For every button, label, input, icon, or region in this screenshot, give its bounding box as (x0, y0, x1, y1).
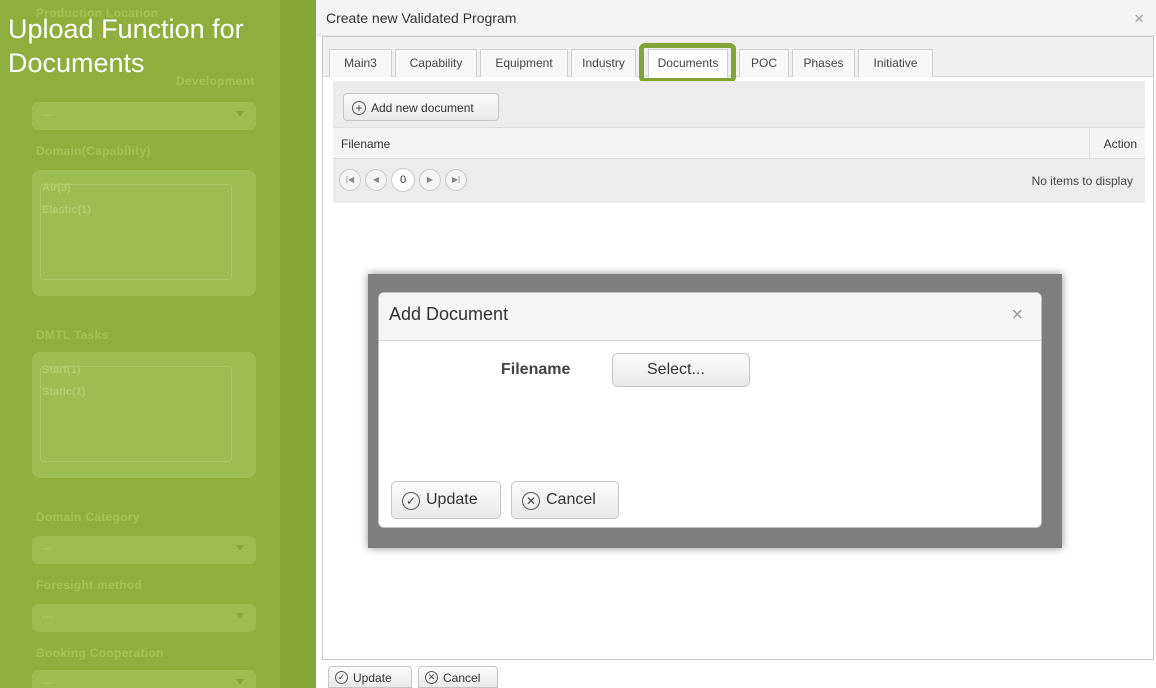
tab-main3[interactable]: Main3 (329, 49, 392, 77)
chevron-down-icon (236, 111, 244, 117)
tab-phases[interactable]: Phases (792, 49, 855, 77)
column-filename[interactable]: Filename (341, 137, 390, 151)
cancel-circle-icon: ✕ (425, 671, 438, 684)
annotation-strip (280, 0, 316, 688)
grid-header: Filename Action (333, 127, 1145, 159)
chevron-down-icon (236, 545, 244, 551)
page-number[interactable]: 0 (391, 168, 415, 192)
grid-pager: |◀ ◀ 0 ▶ ▶| No items to display (333, 159, 1145, 203)
button-label: Cancel (443, 671, 481, 685)
ghost-label: Foresight method (36, 578, 143, 592)
tab-capability[interactable]: Capability (395, 49, 477, 77)
window-title: Create new Validated Program (326, 10, 517, 26)
grid-toolbar: + Add new document (333, 81, 1145, 127)
chevron-down-icon (236, 613, 244, 619)
tab-industry[interactable]: Industry (571, 49, 636, 77)
ghost-select: --- (32, 604, 256, 632)
dialog-header: Add Document × (379, 293, 1041, 341)
check-circle-icon: ✓ (335, 671, 348, 684)
add-document-dialog: Add Document × Filename Select... ✓ Upda… (378, 292, 1042, 528)
cancel-button[interactable]: ✕ Cancel (511, 481, 619, 519)
button-label: Cancel (546, 491, 596, 508)
ghost-label: DMTL Tasks (36, 328, 109, 342)
last-page-icon[interactable]: ▶| (445, 169, 467, 191)
ghost-label: Domain(Capability) (36, 144, 151, 158)
column-action[interactable]: Action (1089, 128, 1145, 158)
update-button[interactable]: ✓ Update (391, 481, 501, 519)
footer-update-button[interactable]: ✓ Update (328, 666, 412, 688)
button-label: Add new document (371, 101, 474, 115)
tab-poc[interactable]: POC (739, 49, 789, 77)
empty-message: No items to display (1031, 174, 1133, 188)
footer-cancel-button[interactable]: ✕ Cancel (418, 666, 498, 688)
ghost-label: Booking Cooperation (36, 646, 164, 660)
tab-equipment[interactable]: Equipment (480, 49, 568, 77)
ghost-tree: Start(1) Static(1) (32, 352, 256, 478)
tab-documents[interactable]: Documents (648, 49, 728, 78)
ghost-label: Domain Category (36, 510, 140, 524)
annotation-panel: Production Location Development --- Doma… (0, 0, 316, 688)
tab-initiative[interactable]: Initiative (858, 49, 933, 77)
dialog-title: Add Document (389, 304, 509, 324)
window-titlebar: Create new Validated Program × (316, 0, 1156, 36)
plus-circle-icon: + (352, 101, 366, 115)
button-label: Update (353, 671, 392, 685)
close-icon[interactable]: × (1134, 9, 1144, 29)
ghost-select: --- (32, 670, 256, 688)
ghost-select: --- (32, 102, 256, 130)
first-page-icon[interactable]: |◀ (339, 169, 361, 191)
add-new-document-button[interactable]: + Add new document (343, 93, 499, 121)
filename-label: Filename (501, 361, 571, 378)
select-file-button[interactable]: Select... (612, 353, 750, 387)
annotation-headline: Upload Function for Documents (8, 14, 244, 78)
cancel-circle-icon: ✕ (522, 492, 540, 510)
ghost-tree: Air(3) Elastic(1) (32, 170, 256, 296)
button-label: Select... (647, 361, 705, 378)
check-circle-icon: ✓ (402, 492, 420, 510)
tab-strip: Main3 Capability Equipment Industry Docu… (323, 37, 1153, 83)
prev-page-icon[interactable]: ◀ (365, 169, 387, 191)
chevron-down-icon (236, 679, 244, 685)
next-page-icon[interactable]: ▶ (419, 169, 441, 191)
close-icon[interactable]: × (1011, 304, 1023, 327)
ghost-select: --- (32, 536, 256, 564)
button-label: Update (426, 491, 478, 508)
